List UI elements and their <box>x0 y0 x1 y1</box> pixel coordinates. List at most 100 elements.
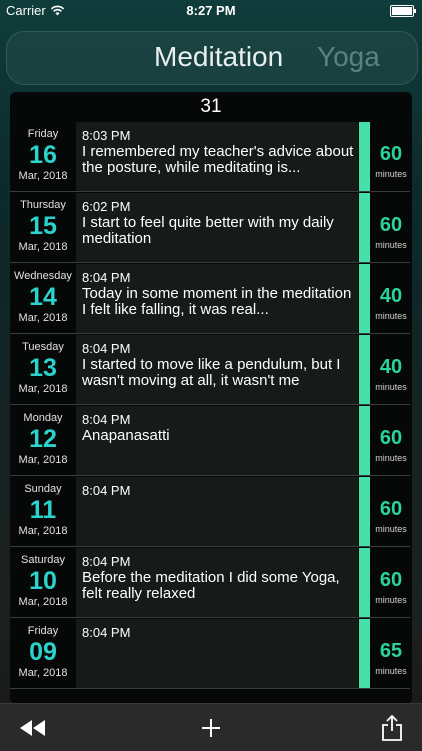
status-time: 8:27 PM <box>186 3 236 18</box>
list-item[interactable]: Sunday 11 Mar, 2018 8:04 PM 60 minutes <box>10 477 410 547</box>
month-year: Mar, 2018 <box>18 525 68 537</box>
duration-bar <box>359 122 370 192</box>
entry-time: 8:03 PM <box>82 128 131 143</box>
entry-time: 6:02 PM <box>82 199 131 214</box>
tab-yoga[interactable]: Yoga <box>317 41 380 73</box>
list-item[interactable]: Wednesday 14 Mar, 2018 8:04 PM Today in … <box>10 264 410 334</box>
minutes-label: minutes <box>375 453 407 463</box>
month-year: Mar, 2018 <box>18 312 68 324</box>
day-of-week: Tuesday <box>22 341 64 353</box>
duration-bar <box>359 619 370 689</box>
row-divider <box>10 262 410 263</box>
minutes-column: 40 minutes <box>370 264 412 334</box>
note-area: 8:04 PM <box>76 477 358 547</box>
day-number: 12 <box>29 425 57 453</box>
note-area: 8:04 PM Today in some moment in the medi… <box>76 264 358 334</box>
tab-meditation[interactable]: Meditation <box>154 41 283 73</box>
month-year: Mar, 2018 <box>18 454 68 466</box>
minutes-label: minutes <box>375 595 407 605</box>
status-bar: Carrier 8:27 PM <box>0 0 422 22</box>
minutes-column: 40 minutes <box>370 335 412 405</box>
month-year: Mar, 2018 <box>18 170 68 182</box>
minutes-label: minutes <box>375 169 407 179</box>
minutes-column: 60 minutes <box>370 548 412 618</box>
minutes-value: 40 <box>379 356 403 378</box>
share-icon <box>382 714 402 741</box>
day-number: 15 <box>29 212 57 240</box>
duration-bar <box>359 548 370 618</box>
add-button[interactable] <box>195 712 227 744</box>
duration-bar <box>359 264 370 334</box>
battery-icon <box>390 5 416 17</box>
note-area: 8:04 PM Anapanasatti <box>76 406 358 476</box>
minutes-label: minutes <box>375 311 407 321</box>
date-column: Friday 16 Mar, 2018 <box>10 122 76 192</box>
date-column: Tuesday 13 Mar, 2018 <box>10 335 76 405</box>
minutes-column: 60 minutes <box>370 193 412 263</box>
note-area: 8:03 PM I remembered my teacher's advice… <box>76 122 358 192</box>
note-area: 8:04 PM I started to move like a pendulu… <box>76 335 358 405</box>
day-of-week: Thursday <box>20 199 66 211</box>
day-number: 16 <box>29 141 57 169</box>
day-number: 14 <box>29 283 57 311</box>
minutes-label: minutes <box>375 524 407 534</box>
plus-icon <box>202 719 220 737</box>
minutes-value: 40 <box>379 285 403 307</box>
rewind-icon <box>20 720 45 736</box>
date-column: Monday 12 Mar, 2018 <box>10 406 76 476</box>
minutes-label: minutes <box>375 382 407 392</box>
month-year: Mar, 2018 <box>18 596 68 608</box>
minutes-value: 60 <box>379 427 403 449</box>
note-area: 8:04 PM Before the meditation I did some… <box>76 548 358 618</box>
entry-time: 8:04 PM <box>82 483 131 498</box>
sessions-panel: 31 Friday 16 Mar, 2018 8:03 PM I remembe… <box>10 92 412 704</box>
list-item[interactable]: Saturday 10 Mar, 2018 8:04 PM Before the… <box>10 548 410 618</box>
minutes-value: 60 <box>379 498 403 520</box>
session-count: 31 <box>200 96 222 117</box>
date-column: Wednesday 14 Mar, 2018 <box>10 264 76 334</box>
list-item[interactable]: Friday 16 Mar, 2018 8:03 PM I remembered… <box>10 122 410 192</box>
day-of-week: Sunday <box>24 483 62 495</box>
day-of-week: Monday <box>23 412 63 424</box>
minutes-value: 60 <box>379 214 403 236</box>
minutes-column: 60 minutes <box>370 477 412 547</box>
list-item[interactable]: Thursday 15 Mar, 2018 6:02 PM I start to… <box>10 193 410 263</box>
entry-note: Anapanasatti <box>82 428 170 444</box>
entry-time: 8:04 PM <box>82 625 131 640</box>
list-item[interactable]: Monday 12 Mar, 2018 8:04 PM Anapanasatti… <box>10 406 410 476</box>
day-of-week: Saturday <box>20 554 66 566</box>
share-button[interactable] <box>376 712 408 744</box>
minutes-value: 65 <box>379 640 403 662</box>
row-divider <box>10 688 410 689</box>
minutes-column: 65 minutes <box>370 619 412 689</box>
entry-time: 8:04 PM <box>82 554 131 569</box>
minutes-label: minutes <box>375 666 407 676</box>
day-of-week: Friday <box>27 625 59 637</box>
duration-bar <box>359 193 370 263</box>
month-year: Mar, 2018 <box>18 241 68 253</box>
day-number: 13 <box>29 354 57 382</box>
entry-note: I remembered my teacher's advice about t… <box>82 144 354 176</box>
entry-time: 8:04 PM <box>82 412 131 427</box>
row-divider <box>10 546 410 547</box>
date-column: Sunday 11 Mar, 2018 <box>10 477 76 547</box>
bottom-toolbar <box>0 703 422 751</box>
entry-time: 8:04 PM <box>82 270 131 285</box>
day-number: 09 <box>29 638 57 666</box>
list-item[interactable]: Tuesday 13 Mar, 2018 8:04 PM I started t… <box>10 335 410 405</box>
rewind-button[interactable] <box>17 712 49 744</box>
segmented-control: Meditation Yoga <box>6 31 418 85</box>
day-number: 11 <box>29 496 57 524</box>
minutes-column: 60 minutes <box>370 406 412 476</box>
list-item[interactable]: Friday 09 Mar, 2018 8:04 PM 65 minutes <box>10 619 410 689</box>
date-column: Saturday 10 Mar, 2018 <box>10 548 76 618</box>
date-column: Friday 09 Mar, 2018 <box>10 619 76 689</box>
row-divider <box>10 475 410 476</box>
entry-time: 8:04 PM <box>82 341 131 356</box>
day-of-week: Friday <box>27 128 59 140</box>
month-year: Mar, 2018 <box>18 667 68 679</box>
minutes-value: 60 <box>379 569 403 591</box>
entry-note: I started to move like a pendulum, but I… <box>82 357 341 389</box>
row-divider <box>10 617 410 618</box>
month-year: Mar, 2018 <box>18 383 68 395</box>
